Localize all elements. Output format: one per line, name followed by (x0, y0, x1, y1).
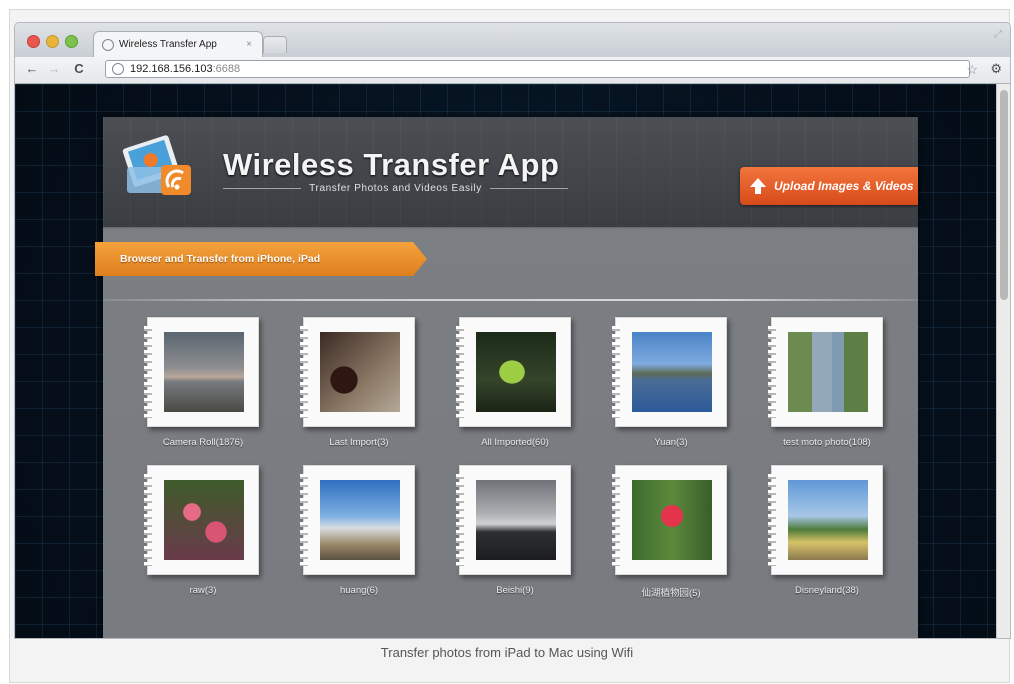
fullscreen-icon[interactable]: ⤢ (994, 29, 1002, 40)
album-label: Yuan(3) (654, 437, 688, 448)
upload-arrow-icon (750, 178, 766, 194)
album-label: All Imported(60) (481, 437, 549, 448)
scrollbar-thumb[interactable] (1000, 90, 1008, 300)
app-subtitle-row: Transfer Photos and Videos Easily (223, 183, 569, 194)
vertical-scrollbar[interactable] (996, 84, 1010, 638)
album-item[interactable]: huang(6) (281, 465, 437, 599)
album-card[interactable] (456, 465, 571, 575)
album-item[interactable]: All Imported(60) (437, 317, 593, 451)
back-icon[interactable]: ← (23, 61, 41, 76)
album-grid: Camera Roll(1876) Last Import(3) All Imp… (125, 317, 895, 599)
album-thumbnail (164, 332, 244, 412)
album-card[interactable] (768, 317, 883, 427)
upload-button[interactable]: Upload Images & Videos (740, 167, 918, 205)
album-card[interactable] (144, 465, 259, 575)
app-title: Wireless Transfer App (223, 147, 560, 182)
browser-toolbar: ← → C 192.168.156.103 :6688 ☆ ⚙ (15, 57, 1010, 84)
section-divider (103, 299, 918, 301)
album-item[interactable]: Beishi(9) (437, 465, 593, 599)
app-panel: Wireless Transfer App Transfer Photos an… (95, 117, 918, 638)
album-item[interactable]: Camera Roll(1876) (125, 317, 281, 451)
upload-button-label: Upload Images & Videos (774, 179, 914, 193)
reload-icon[interactable]: C (70, 61, 88, 76)
album-item[interactable]: Last Import(3) (281, 317, 437, 451)
album-label: huang(6) (339, 585, 379, 596)
url-port: :6688 (212, 63, 241, 75)
address-bar[interactable]: 192.168.156.103 :6688 (105, 60, 970, 78)
tab-strip: Wireless Transfer App × ⤢ (15, 23, 1010, 57)
album-thumbnail (320, 480, 400, 560)
album-label: 仙湖植物园(5) (641, 588, 701, 599)
album-label: Disneyland(38) (795, 585, 859, 596)
album-card[interactable] (612, 317, 727, 427)
album-label: Beishi(9) (496, 585, 534, 596)
url-host: 192.168.156.103 (130, 63, 213, 75)
new-tab-button[interactable] (263, 36, 287, 53)
album-card[interactable] (612, 465, 727, 575)
album-thumbnail (164, 480, 244, 560)
subtitle-rule-left (223, 188, 302, 189)
album-card[interactable] (768, 465, 883, 575)
album-item[interactable]: test moto photo(108) (749, 317, 905, 451)
app-logo-icon (122, 135, 191, 195)
album-item[interactable]: 仙湖植物园(5) (593, 465, 749, 599)
page-viewport: Wireless Transfer App Transfer Photos an… (15, 84, 996, 638)
album-thumbnail (476, 332, 556, 412)
tab-close-icon[interactable]: × (246, 39, 252, 50)
wrench-menu-icon[interactable]: ⚙ (990, 61, 1002, 77)
album-card[interactable] (300, 465, 415, 575)
album-card[interactable] (456, 317, 571, 427)
album-thumbnail (476, 480, 556, 560)
figure-caption: Transfer photos from iPad to Mac using W… (380, 645, 634, 660)
minimize-window-button[interactable] (46, 35, 59, 48)
bookmark-star-icon[interactable]: ☆ (966, 62, 978, 78)
album-thumbnail (320, 332, 400, 412)
album-card[interactable] (144, 317, 259, 427)
album-item[interactable]: Yuan(3) (593, 317, 749, 451)
app-header: Wireless Transfer App Transfer Photos an… (103, 117, 918, 227)
album-label: Camera Roll(1876) (162, 437, 244, 448)
tab-favicon-icon (102, 38, 114, 51)
forward-icon[interactable]: → (45, 61, 63, 76)
window-controls (27, 35, 78, 48)
album-item[interactable]: raw(3) (125, 465, 281, 599)
album-thumbnail (788, 332, 868, 412)
tab-wireless-transfer-app[interactable]: Wireless Transfer App × (93, 31, 263, 57)
app-subtitle: Transfer Photos and Videos Easily (309, 183, 482, 194)
album-thumbnail (788, 480, 868, 560)
album-item[interactable]: Disneyland(38) (749, 465, 905, 599)
browser-window: Wireless Transfer App × ⤢ ← → C 192.168.… (15, 23, 1010, 638)
album-label: test moto photo(108) (783, 437, 871, 448)
globe-icon (112, 63, 124, 75)
subtitle-rule-right (489, 188, 569, 189)
section-ribbon: Browser and Transfer from iPhone, iPad (95, 242, 427, 276)
album-label: raw(3) (189, 585, 217, 596)
album-label: Last Import(3) (329, 437, 389, 448)
album-thumbnail (632, 332, 712, 412)
album-card[interactable] (300, 317, 415, 427)
album-thumbnail (632, 480, 712, 560)
close-window-button[interactable] (27, 35, 40, 48)
zoom-window-button[interactable] (65, 35, 78, 48)
tab-title: Wireless Transfer App (119, 39, 217, 50)
